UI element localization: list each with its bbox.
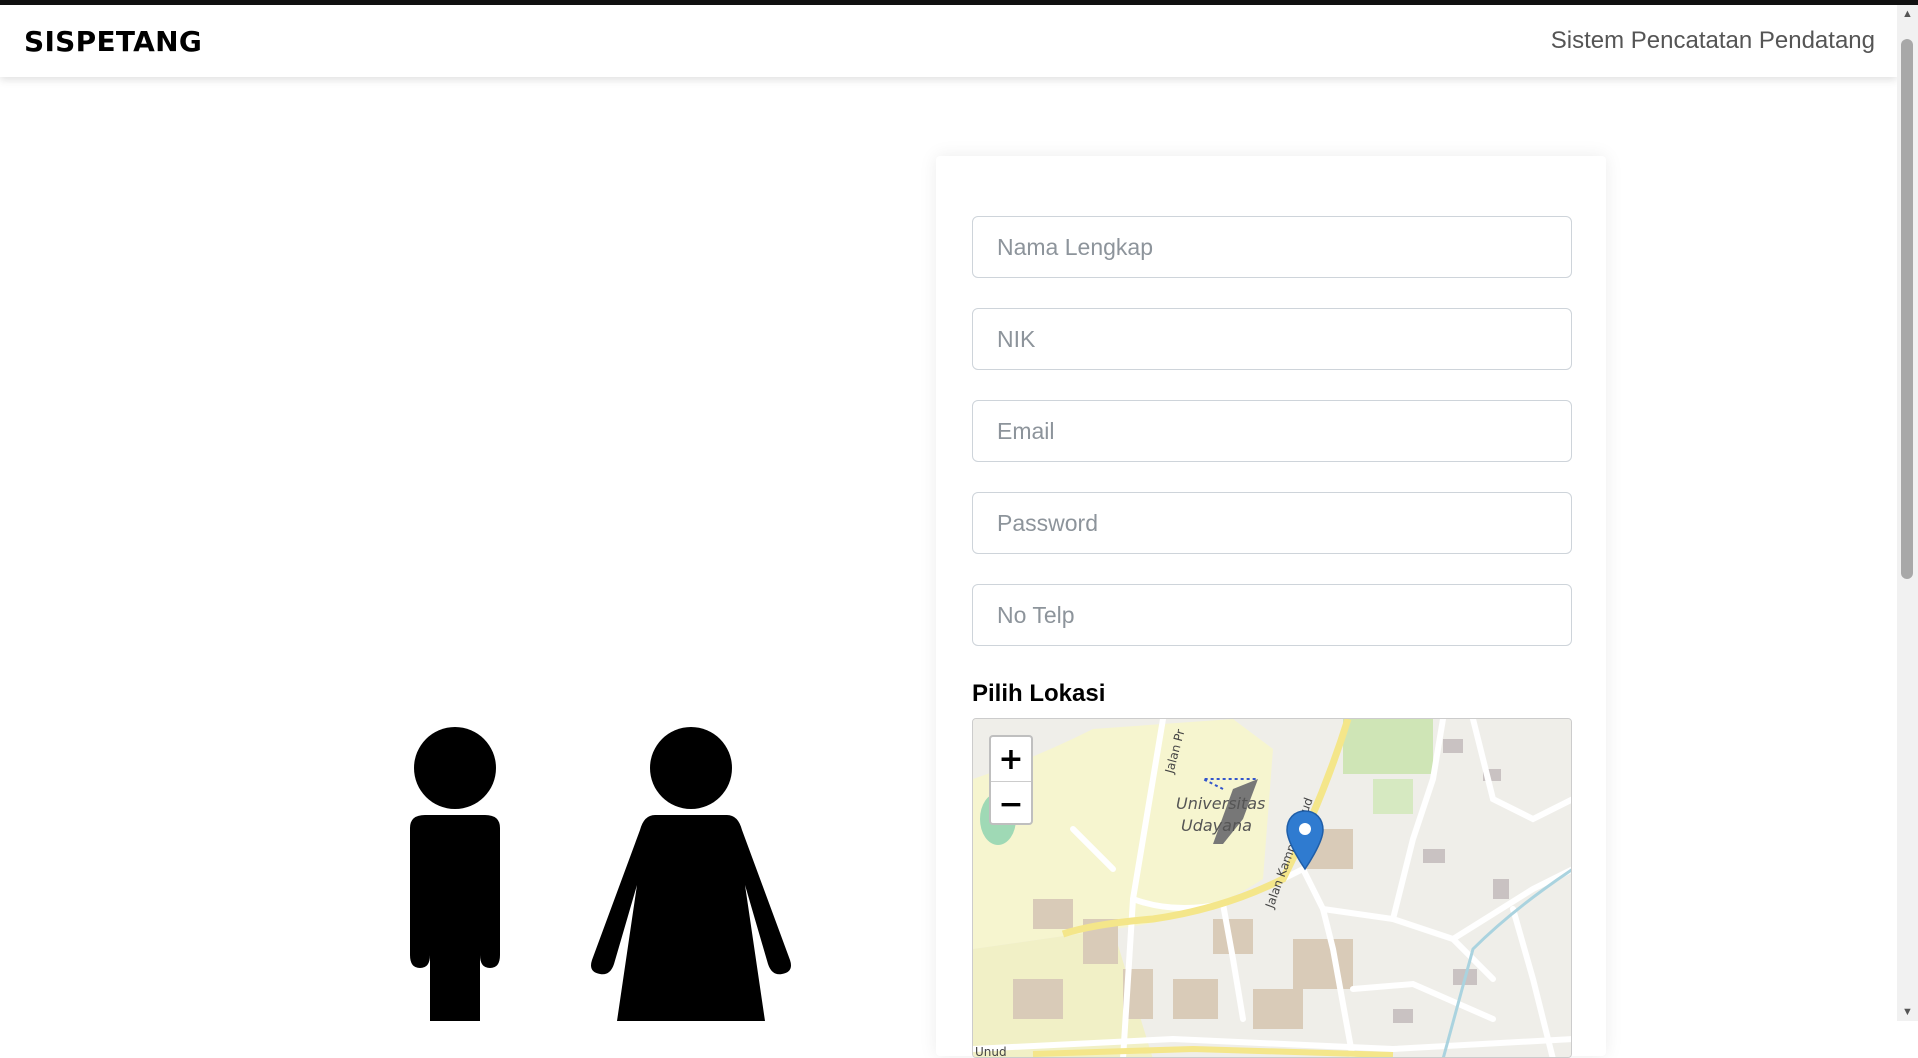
full-name-input[interactable]: [972, 216, 1572, 278]
location-label: Pilih Lokasi: [972, 680, 1106, 707]
vertical-scrollbar[interactable]: ▲ ▼: [1897, 5, 1918, 1021]
map-label-udayana: Udayana: [1181, 816, 1252, 835]
navbar: SISPETANG Sistem Pencatatan Pendatang: [0, 5, 1897, 77]
map-marker-icon[interactable]: [1285, 809, 1325, 871]
scrollbar-thumb[interactable]: [1901, 39, 1913, 579]
map-label-unud: Unud: [975, 1045, 1007, 1058]
location-map[interactable]: Universitas Udayana Jalan Kampus Unud Ja…: [972, 718, 1572, 1058]
map-zoom-control: + −: [989, 735, 1033, 825]
map-label-universitas: Universitas: [1176, 794, 1265, 813]
phone-input[interactable]: [972, 584, 1572, 646]
map-tiles: Universitas Udayana Jalan Kampus Unud Ja…: [973, 719, 1571, 1058]
man-figure-icon: [410, 727, 500, 1021]
navbar-tagline: Sistem Pencatatan Pendatang: [1550, 27, 1875, 54]
scroll-down-arrow-icon[interactable]: ▼: [1897, 1003, 1918, 1021]
woman-figure-icon: [591, 727, 791, 1021]
nik-input[interactable]: [972, 308, 1572, 370]
email-input[interactable]: [972, 400, 1572, 462]
zoom-out-button[interactable]: −: [991, 782, 1031, 823]
registration-card: Pilih Lokasi: [936, 156, 1606, 1058]
man-woman-illustration: [410, 727, 791, 1021]
password-input[interactable]: [972, 492, 1572, 554]
brand-logo[interactable]: SISPETANG: [24, 25, 202, 58]
zoom-in-button[interactable]: +: [991, 737, 1031, 782]
scroll-up-arrow-icon[interactable]: ▲: [1897, 5, 1918, 23]
